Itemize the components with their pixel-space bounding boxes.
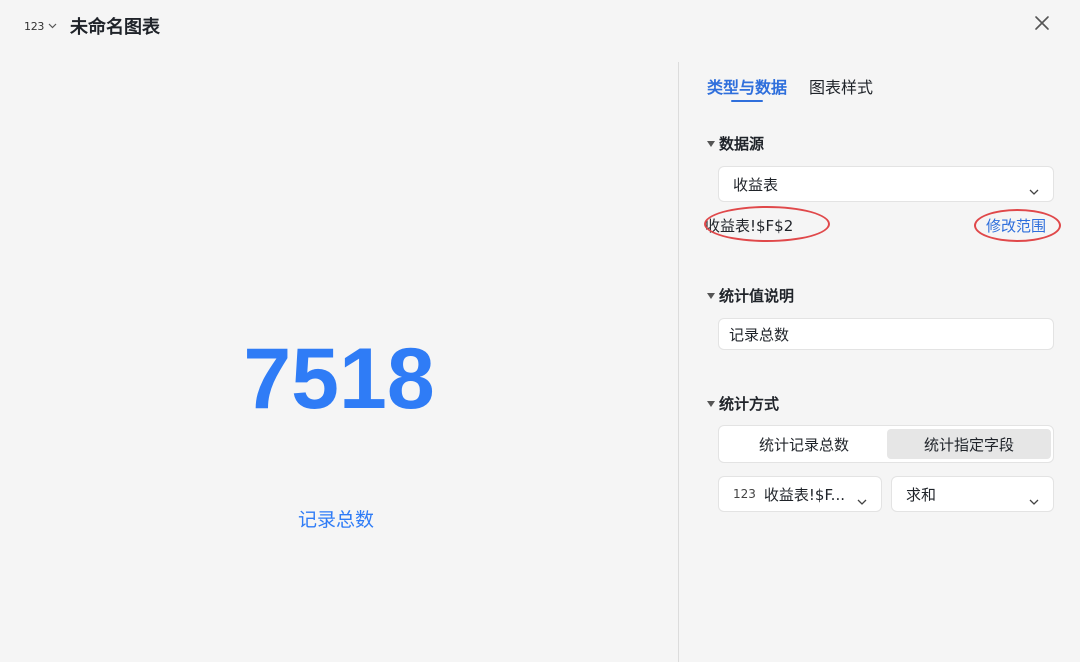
chevron-down-icon: [1029, 491, 1039, 509]
chevron-down-icon: [857, 491, 867, 509]
field-select-value: 收益表!$F...: [763, 485, 845, 504]
statistic-caption: 记录总数: [297, 509, 374, 531]
stat-method-section-header[interactable]: 统计方式: [707, 393, 779, 414]
section-title: 统计值说明: [719, 287, 795, 305]
stat-description-section-header[interactable]: 统计值说明: [707, 285, 794, 306]
tab-chart-style[interactable]: 图表样式: [809, 74, 873, 98]
number-field-icon: 123: [733, 487, 756, 501]
data-source-section-header[interactable]: 数据源: [707, 133, 764, 154]
aggregate-value: 求和: [906, 485, 937, 504]
chart-type-badge: 123: [24, 19, 45, 33]
modify-range-link[interactable]: 修改范围: [986, 215, 1046, 236]
stat-description-input[interactable]: 记录总数: [718, 318, 1054, 350]
caret-down-icon: [707, 400, 715, 407]
active-tab-indicator: [731, 100, 763, 102]
chart-type-switch[interactable]: 123: [24, 17, 57, 35]
section-title: 数据源: [719, 135, 765, 153]
data-range-text: 收益表!$F$2: [705, 217, 794, 235]
aggregate-select[interactable]: 求和: [891, 476, 1054, 512]
close-button[interactable]: [1031, 14, 1053, 36]
section-title: 统计方式: [719, 395, 780, 413]
data-source-value: 收益表: [733, 175, 779, 194]
chart-title[interactable]: 未命名图表: [70, 13, 160, 39]
stat-description-value: 记录总数: [729, 325, 790, 344]
chevron-down-icon: [48, 23, 57, 29]
caret-down-icon: [707, 292, 715, 299]
stat-method-segmented-control: 统计记录总数 统计指定字段: [718, 425, 1054, 463]
specified-field-option[interactable]: 统计指定字段: [887, 429, 1051, 459]
settings-panel: 类型与数据 图表样式 数据源 收益表 收益表!$F$2 修改范围 统计值说明 记…: [679, 52, 1080, 662]
close-icon: [1034, 15, 1050, 35]
statistic-value: 7518: [243, 331, 435, 427]
caret-down-icon: [707, 140, 715, 147]
field-select[interactable]: 123 收益表!$F...: [718, 476, 882, 512]
top-bar: 123 未命名图表: [0, 0, 1080, 52]
count-records-option[interactable]: 统计记录总数: [722, 429, 886, 459]
chevron-down-icon: [1029, 181, 1039, 199]
data-source-select[interactable]: 收益表: [718, 166, 1054, 202]
tab-type-and-data[interactable]: 类型与数据: [707, 74, 787, 98]
